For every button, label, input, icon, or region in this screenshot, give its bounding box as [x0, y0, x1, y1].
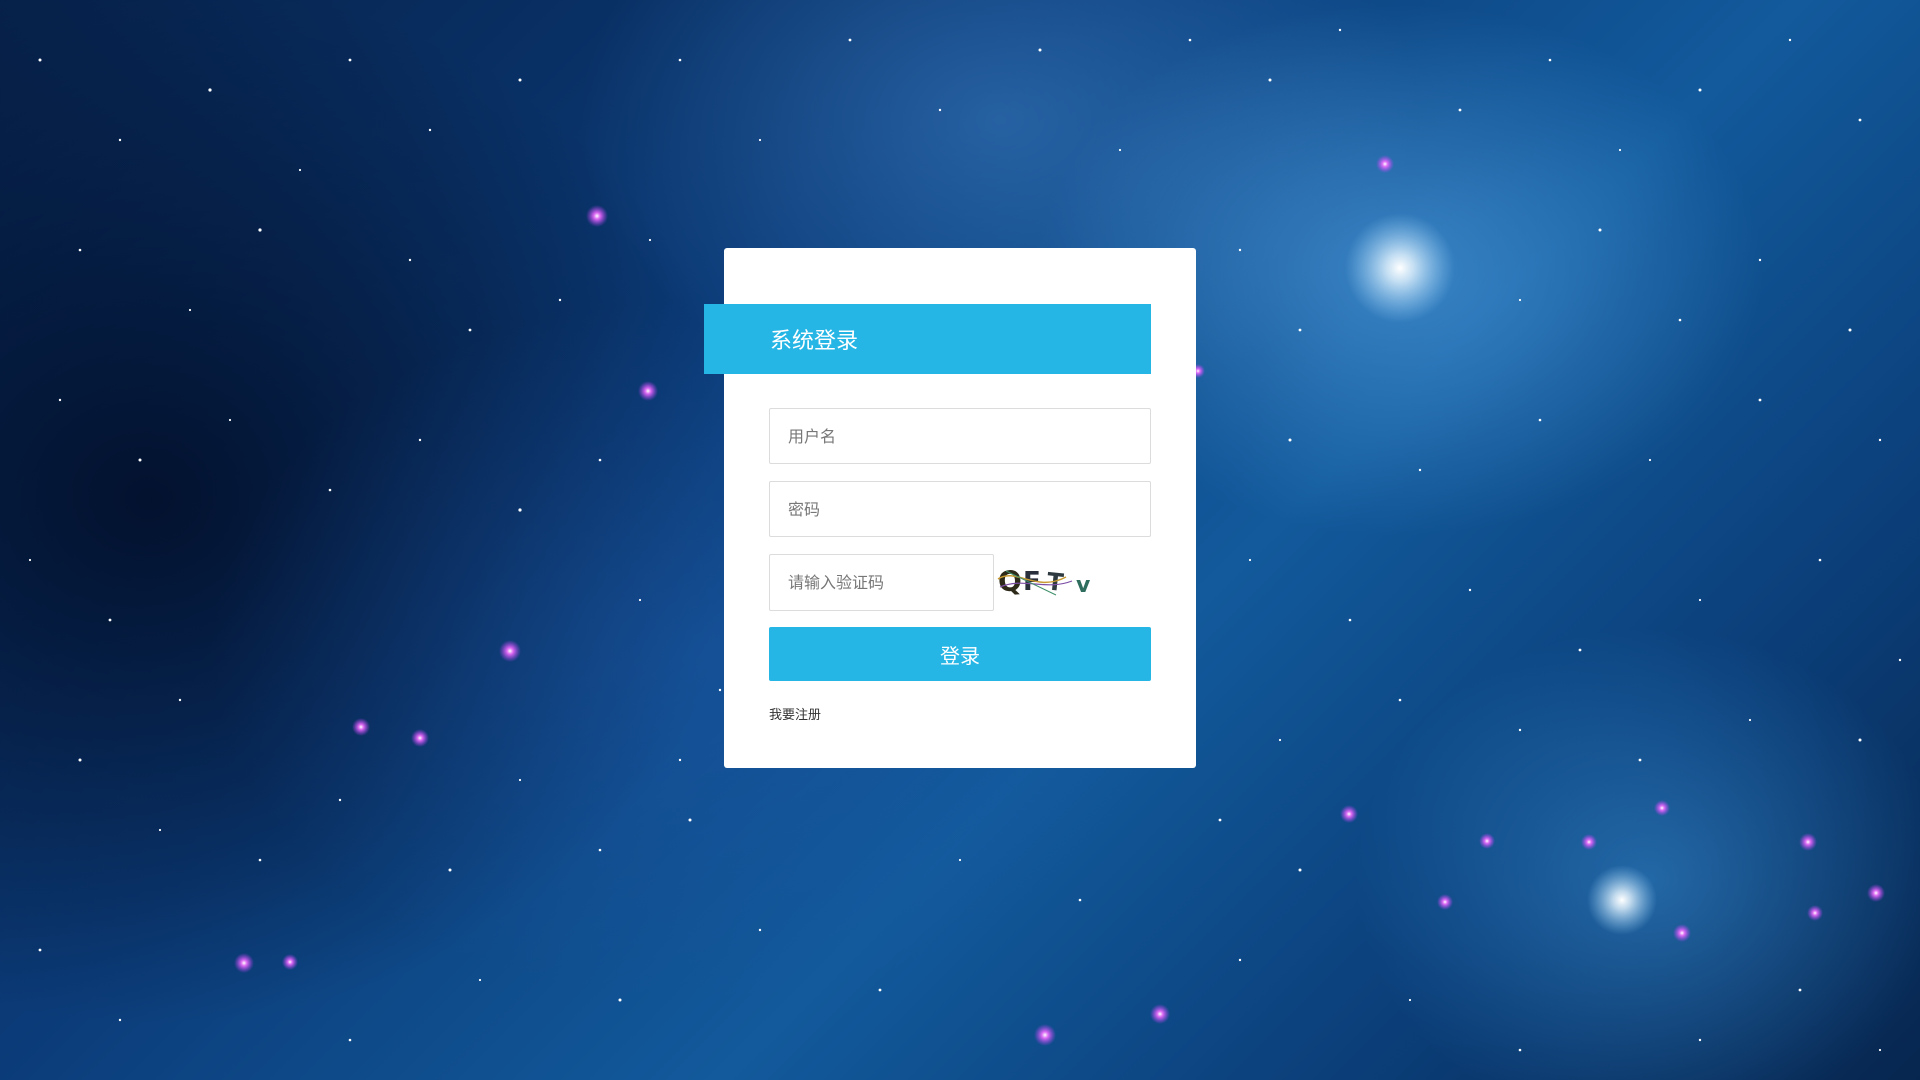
username-input[interactable] [769, 408, 1151, 464]
login-header: 系统登录 [704, 304, 1151, 374]
login-button[interactable]: 登录 [769, 627, 1151, 681]
captcha-image[interactable]: Q F T v [996, 557, 1100, 603]
captcha-input[interactable] [769, 554, 994, 611]
login-title: 系统登录 [770, 329, 859, 354]
captcha-char-1: Q [997, 564, 1023, 599]
captcha-char-4: v [1076, 573, 1091, 598]
register-link[interactable]: 我要注册 [769, 704, 821, 723]
password-input[interactable] [769, 481, 1151, 537]
